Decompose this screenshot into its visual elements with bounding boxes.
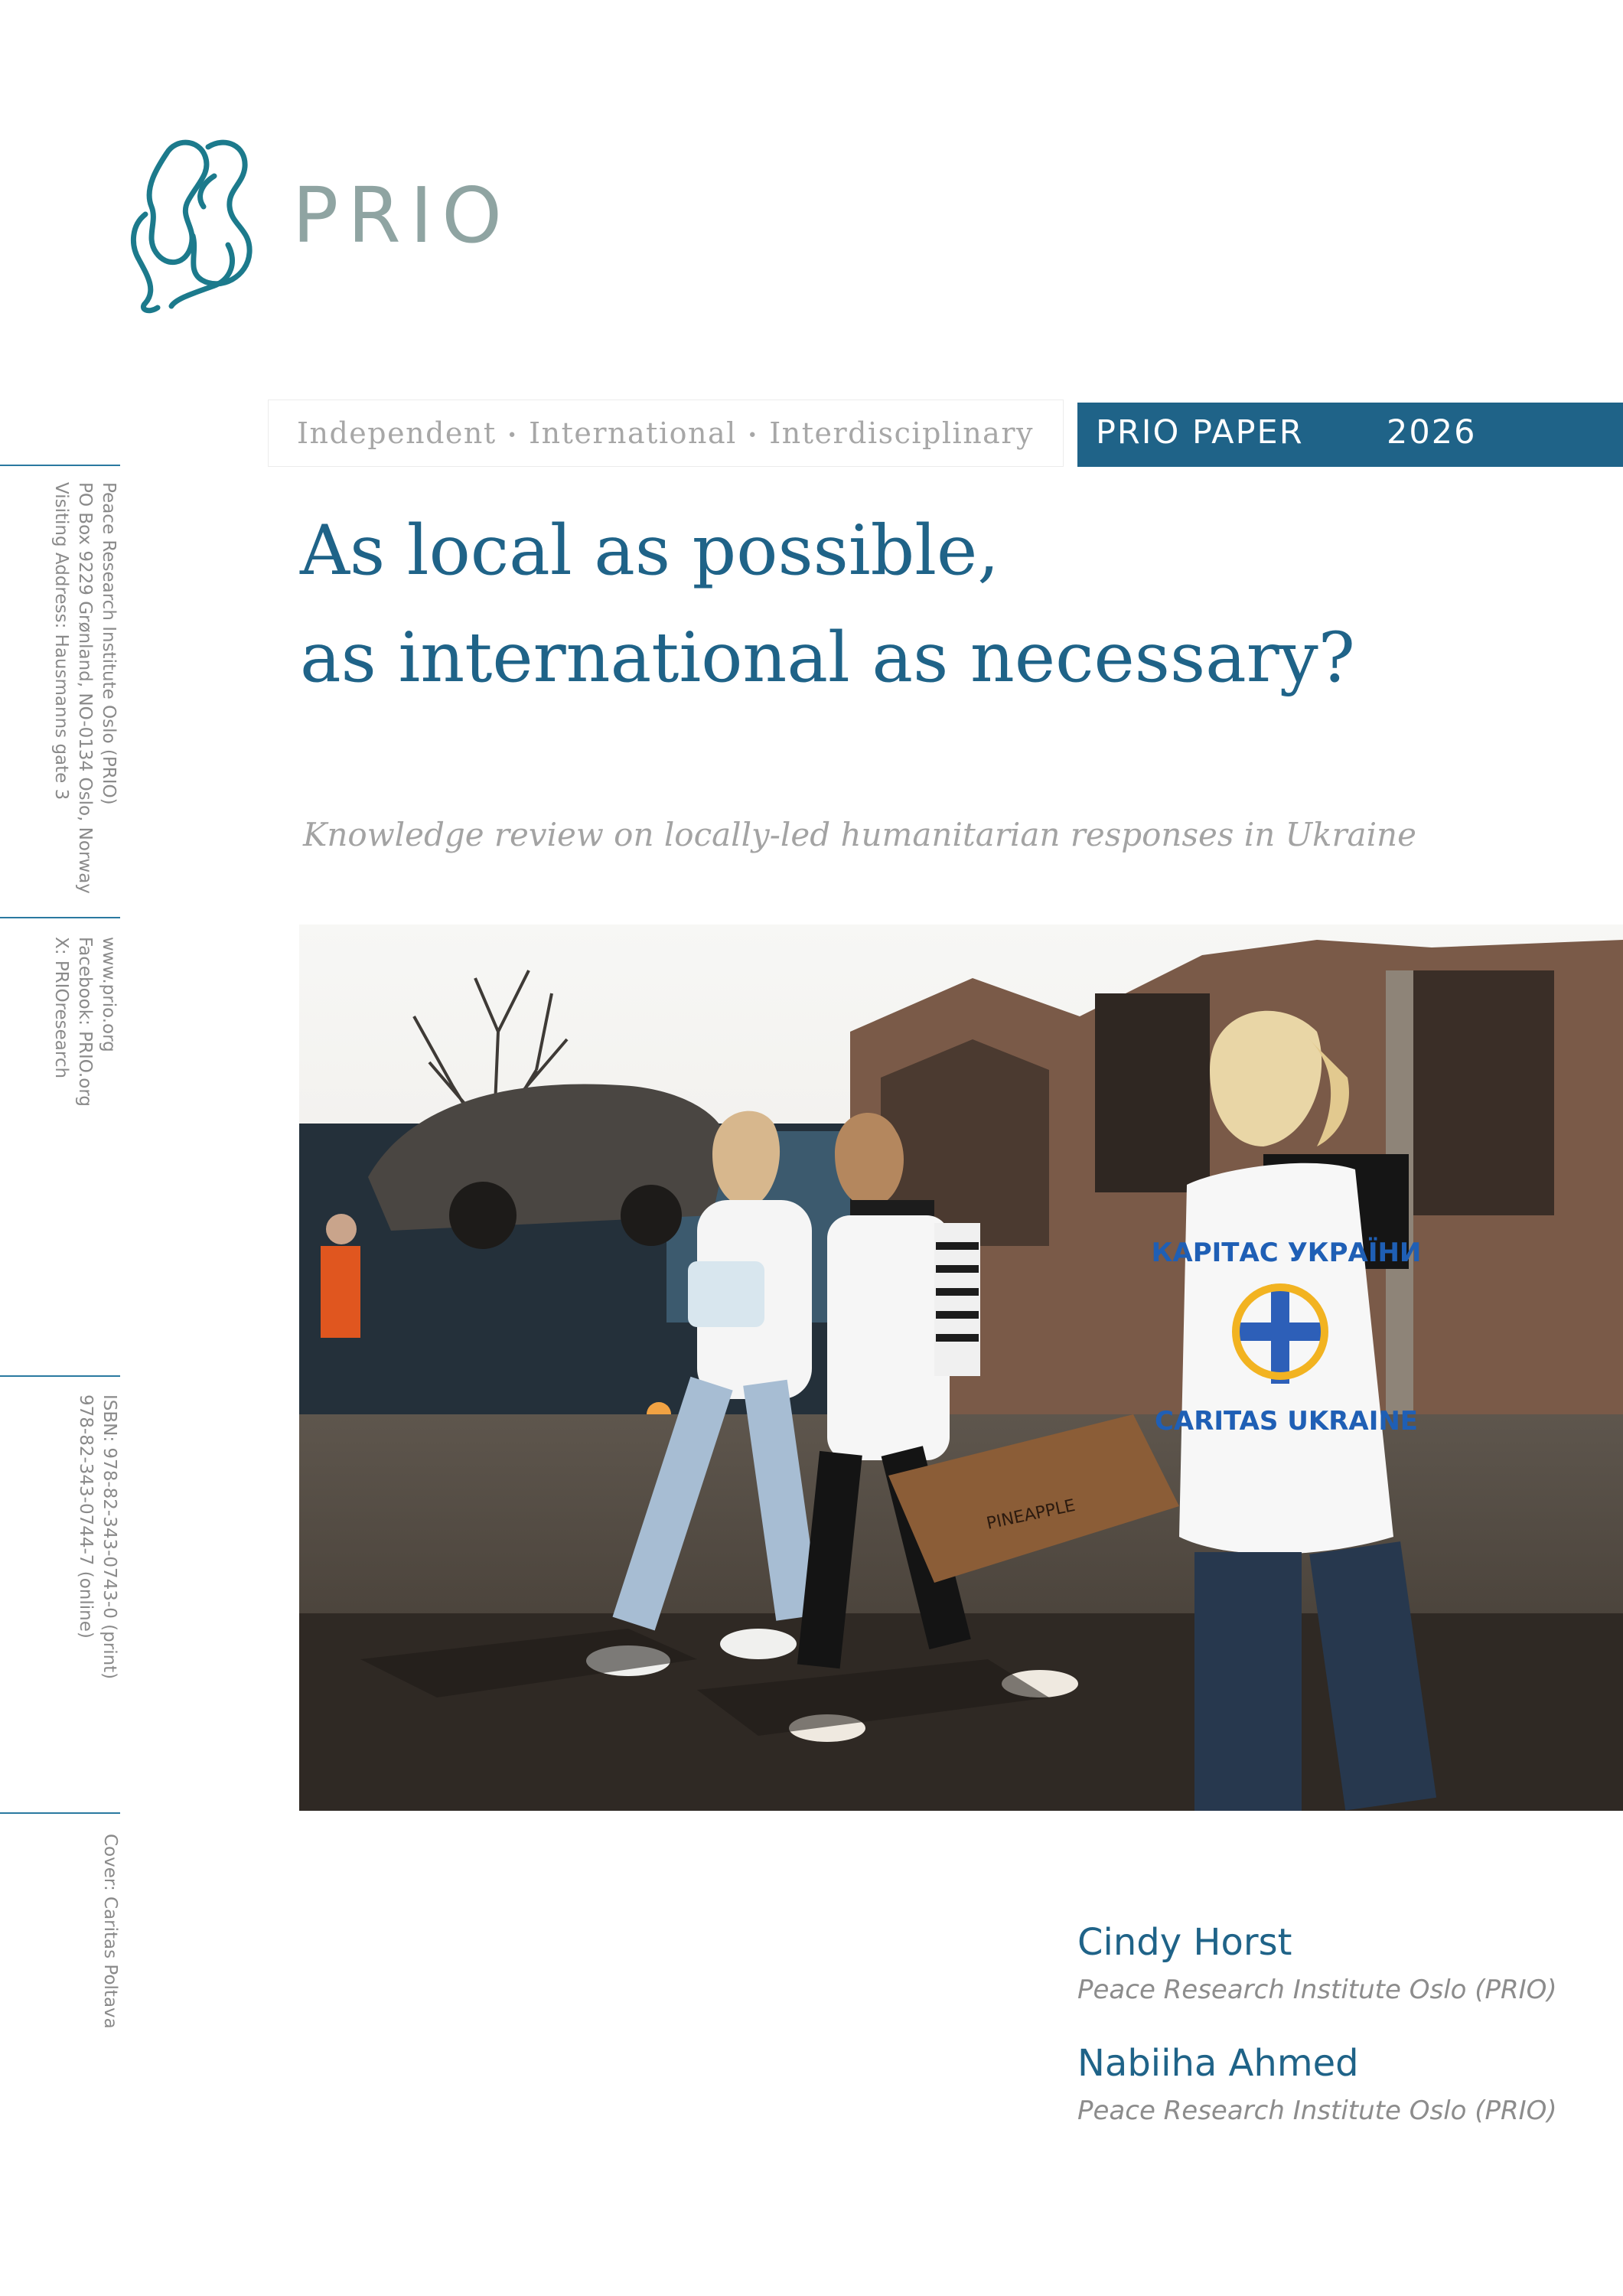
title-line-2: as international as necessary? — [300, 618, 1355, 698]
title-line-1: As local as possible, — [300, 510, 999, 591]
web-line: Facebook: PRIO.org — [75, 937, 95, 1107]
author-name: Nabiiha Ahmed — [1077, 2042, 1359, 2085]
sidebar-divider — [0, 1812, 120, 1814]
vest-bottom-text: CARITAS UKRAINE — [1155, 1406, 1418, 1437]
tagline-interdisciplinary: Interdisciplinary — [769, 416, 1034, 450]
author-name: Cindy Horst — [1077, 1921, 1292, 1964]
series-label: PRIO PAPER — [1096, 413, 1304, 452]
sidebar-divider — [0, 1375, 120, 1377]
author-affiliation: Peace Research Institute Oslo (PRIO) — [1077, 1975, 1557, 2005]
web-line: X: PRIOresearch — [51, 937, 71, 1079]
sidebar-divider — [0, 917, 120, 918]
tagline-international: International — [529, 416, 737, 450]
prio-logo: PRIO — [122, 130, 520, 314]
cover-photo: PINEAPPLE КАРІТАС УКРАЇНИ CARITAS UKRAIN… — [299, 925, 1623, 1811]
sidebar-address: Peace Research Institute Oslo (PRIO) PO … — [49, 482, 120, 894]
tagline-separator: • — [747, 426, 759, 445]
series-year: 2026 — [1387, 413, 1477, 452]
prio-emblem-icon — [130, 139, 253, 314]
sidebar-isbn: ISBN: 978-82-343-0743-0 (print) 978-82-3… — [73, 1394, 121, 1679]
vest-top-text: КАРІТАС УКРАЇНИ — [1152, 1237, 1422, 1268]
cover-credit: Cover: Caritas Poltava — [100, 1834, 120, 2029]
tagline-separator: • — [507, 426, 519, 445]
page-title: As local as possible, as international a… — [300, 497, 1355, 712]
isbn-line: ISBN: 978-82-343-0743-0 (print) — [99, 1394, 119, 1680]
prio-wordmark: PRIO — [292, 171, 511, 260]
author-affiliation: Peace Research Institute Oslo (PRIO) — [1077, 2095, 1557, 2126]
address-line: PO Box 9229 Grønland, NO-0134 Oslo, Norw… — [75, 482, 95, 894]
tagline: Independent • International • Interdisciplin… — [297, 416, 1034, 450]
isbn-line: 978-82-343-0744-7 (online) — [76, 1394, 96, 1639]
sidebar-divider — [0, 465, 120, 466]
address-line: Visiting Address: Hausmanns gate 3 — [51, 482, 71, 801]
address-line: Peace Research Institute Oslo (PRIO) — [99, 482, 119, 805]
page-subtitle: Knowledge review on locally-led humanita… — [303, 816, 1416, 853]
tagline-independent: Independent — [297, 416, 497, 450]
cover-photo-illustration: PINEAPPLE КАРІТАС УКРАЇНИ CARITAS UKRAIN… — [299, 925, 1623, 1811]
sidebar-web: www.prio.org Facebook: PRIO.org X: PRIOr… — [49, 937, 120, 1107]
web-line: www.prio.org — [99, 937, 119, 1052]
